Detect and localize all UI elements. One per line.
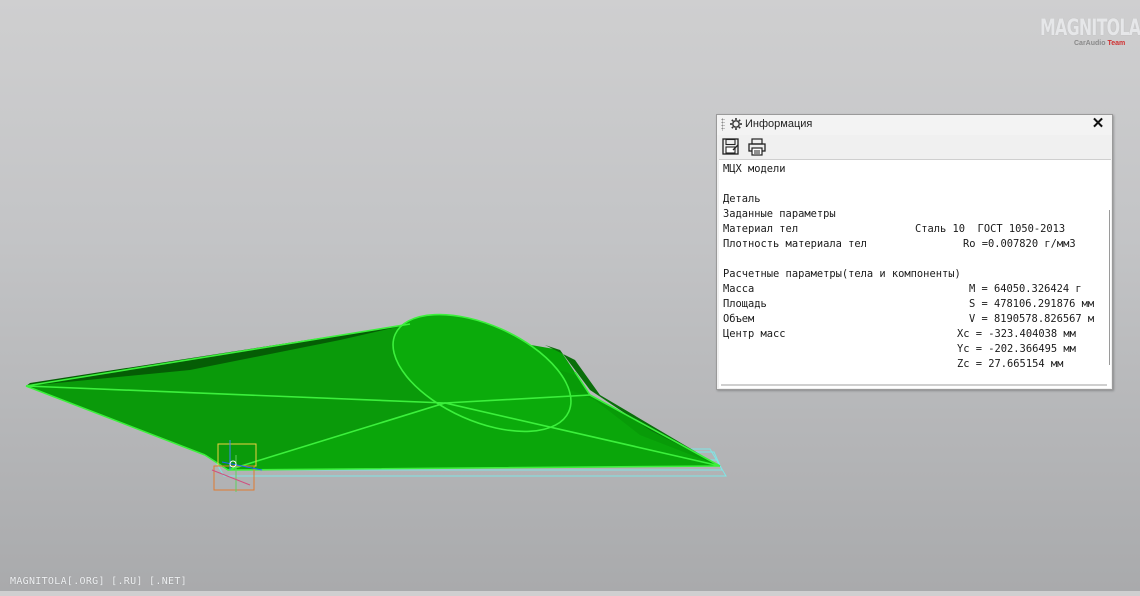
report-heading: МЦХ модели bbox=[723, 163, 786, 175]
mass-value: M = 64050.326424 г bbox=[969, 283, 1082, 295]
green-model-body[interactable] bbox=[25, 291, 721, 471]
xc-value: Xc = -323.404038 мм bbox=[957, 328, 1076, 340]
magnitola-logo: MAGNITOLA CarAudio Team bbox=[1040, 16, 1140, 50]
close-icon: ✕ bbox=[1091, 115, 1105, 132]
given-params-title: Заданные параметры bbox=[723, 208, 836, 220]
material-label: Материал тел bbox=[723, 223, 799, 235]
info-panel[interactable]: Информация ✕ МЦХ модели Деталь Заданные … bbox=[716, 114, 1113, 390]
material-value: Сталь 10 ГОСТ 1050-2013 bbox=[915, 223, 1066, 235]
horizontal-scrollbar[interactable] bbox=[721, 384, 1107, 386]
yc-value: Yc = -202.366495 мм bbox=[957, 343, 1076, 355]
calc-params-title: Расчетные параметры(тела и компоненты) bbox=[723, 268, 961, 280]
logo-sub-right: Team bbox=[1107, 40, 1126, 47]
save-icon[interactable] bbox=[721, 137, 741, 157]
area-value: S = 478106.291876 мм bbox=[969, 298, 1095, 310]
gear-icon bbox=[730, 118, 742, 130]
drag-grip-icon[interactable] bbox=[721, 118, 725, 131]
close-button[interactable]: ✕ bbox=[1090, 116, 1106, 132]
mass-label: Масса bbox=[723, 283, 755, 295]
info-toolbar bbox=[717, 135, 1112, 159]
watermark-text: MAGNITOLA[.ORG] [.RU] [.NET] bbox=[10, 576, 187, 587]
vertical-scrollbar[interactable] bbox=[1109, 210, 1110, 365]
logo-subtitle: CarAudio Team bbox=[1074, 40, 1125, 47]
info-panel-titlebar[interactable]: Информация ✕ bbox=[717, 115, 1112, 136]
logo-brand-text: MAGNITOLA bbox=[1040, 16, 1140, 41]
volume-value: V = 8190578.826567 м bbox=[969, 313, 1095, 325]
density-label: Плотность материала тел bbox=[723, 238, 867, 250]
info-panel-title: Информация bbox=[745, 118, 813, 130]
object-type: Деталь bbox=[723, 193, 761, 205]
logo-sub-left: CarAudio bbox=[1074, 40, 1106, 47]
center-of-mass-label: Центр масс bbox=[723, 328, 786, 340]
zc-value: Zc = 27.665154 мм bbox=[957, 358, 1064, 370]
print-icon[interactable] bbox=[747, 137, 767, 157]
density-value: Ro =0.007820 г/мм3 bbox=[963, 238, 1076, 250]
info-report-text[interactable]: МЦХ модели Деталь Заданные параметры Мат… bbox=[719, 159, 1111, 388]
area-label: Площадь bbox=[723, 298, 767, 310]
volume-label: Объем bbox=[723, 313, 755, 325]
